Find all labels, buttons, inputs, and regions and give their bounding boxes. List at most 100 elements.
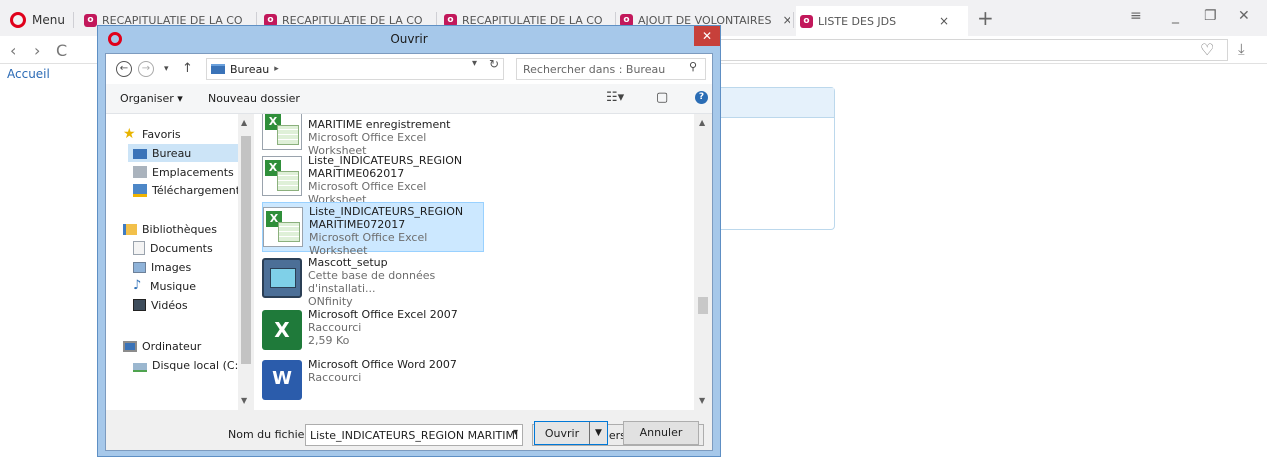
dialog-title: Ouvrir xyxy=(390,32,428,46)
new-tab-icon[interactable]: + xyxy=(977,6,994,30)
open-button[interactable]: Ouvrir ▼ xyxy=(534,421,608,445)
chevron-down-icon[interactable]: ▾ xyxy=(472,58,477,69)
nav-item-label: Musique xyxy=(150,279,196,293)
music-icon: ♪ xyxy=(133,278,142,293)
word-app-icon xyxy=(262,360,302,400)
search-input[interactable]: Rechercher dans : Bureau xyxy=(516,58,706,80)
nav-item-label: Téléchargements xyxy=(152,183,246,197)
tab-close-icon[interactable]: × xyxy=(939,14,949,28)
browser-tab-active[interactable]: o LISTE DES JDS × xyxy=(796,6,968,36)
dialog-close-button[interactable]: ✕ xyxy=(694,26,720,46)
file-item[interactable]: Mascott_setup Cette base de données d'in… xyxy=(262,254,484,308)
browser-menu-label: Menu xyxy=(32,13,65,27)
scroll-down-icon[interactable]: ▼ xyxy=(241,396,247,405)
new-folder-button[interactable]: Nouveau dossier xyxy=(208,92,300,105)
path-location[interactable]: Bureau xyxy=(230,63,269,76)
videos-icon xyxy=(133,299,146,311)
nav-item-videos[interactable]: Vidéos xyxy=(133,296,253,314)
back-icon[interactable]: ‹ xyxy=(10,41,16,60)
nav-item-computer[interactable]: Ordinateur xyxy=(123,337,253,355)
scroll-down-icon[interactable]: ▼ xyxy=(699,396,705,405)
file-item[interactable]: Microsoft Office Excel 2007 Raccourci 2,… xyxy=(262,306,484,356)
recent-locations-icon[interactable]: ▾ xyxy=(164,64,169,74)
nav-item-documents[interactable]: Documents xyxy=(133,239,253,257)
search-icon[interactable]: ⚲ xyxy=(689,60,697,73)
forward-icon[interactable]: › xyxy=(34,41,40,60)
content-panel-header xyxy=(710,88,834,118)
dialog-title-bar[interactable]: Ouvrir ✕ xyxy=(98,26,720,52)
restore-icon[interactable]: ❐ xyxy=(1204,8,1217,24)
scrollbar-thumb[interactable] xyxy=(241,136,251,364)
downloads-icon xyxy=(133,183,147,197)
nav-item-label: Documents xyxy=(150,241,213,255)
help-icon[interactable]: ? xyxy=(695,91,708,104)
preview-pane-icon[interactable]: ▢ xyxy=(656,90,668,105)
excel-worksheet-icon xyxy=(262,156,302,196)
browser-menu-button[interactable]: Menu xyxy=(10,10,65,30)
file-name: Microsoft Office Word 2007 xyxy=(308,358,457,371)
file-list: MARITIME enregistrement Microsoft Office… xyxy=(254,114,694,410)
filename-input[interactable]: Liste_INDICATEURS_REGION MARITIMI xyxy=(305,424,523,446)
tab-close-icon[interactable]: × xyxy=(782,13,790,27)
open-file-dialog: Ouvrir ✕ ← → ▾ ↑ Bureau ▸ ▾ ↻ Rechercher… xyxy=(97,25,721,457)
file-item-selected[interactable]: Liste_INDICATEURS_REGION MARITIME072017 … xyxy=(262,202,484,257)
url-input[interactable] xyxy=(718,39,1228,61)
file-item[interactable]: Microsoft Office Word 2007 Raccourci xyxy=(262,356,484,406)
nav-item-label: Emplacements ré xyxy=(152,165,249,179)
tab-separator xyxy=(73,12,74,28)
opera-page-icon: o xyxy=(84,13,97,27)
desktop-folder-icon xyxy=(211,64,225,74)
forward-arrow-icon[interactable]: → xyxy=(138,61,154,77)
organize-button[interactable]: Organiser ▾ xyxy=(120,92,183,105)
download-icon[interactable]: ⤓ xyxy=(1238,40,1245,58)
reload-icon[interactable]: C xyxy=(56,41,67,60)
nav-item-recent-places[interactable]: Emplacements ré xyxy=(133,163,253,181)
nav-item-local-disk[interactable]: Disque local (C:) xyxy=(133,356,253,374)
file-item[interactable]: Liste_INDICATEURS_REGION MARITIME062017 … xyxy=(262,152,484,206)
view-options-icon[interactable]: ☷▾ xyxy=(606,90,624,105)
dialog-nav-row: ← → ▾ ↑ Bureau ▸ ▾ ↻ Rechercher dans : B… xyxy=(106,54,712,84)
refresh-icon[interactable]: ↻ xyxy=(489,57,499,71)
chevron-right-icon[interactable]: ▸ xyxy=(274,64,279,74)
opera-page-icon: o xyxy=(800,14,813,28)
excel-worksheet-icon xyxy=(263,207,303,247)
scroll-up-icon[interactable]: ▲ xyxy=(241,118,247,127)
scrollbar-thumb[interactable] xyxy=(698,297,708,314)
nav-item-label: Bibliothèques xyxy=(142,222,217,236)
nav-item-music[interactable]: ♪ Musique xyxy=(133,277,253,295)
scroll-up-icon[interactable]: ▲ xyxy=(699,118,705,127)
excel-worksheet-icon xyxy=(262,114,302,150)
cancel-button[interactable]: Annuler xyxy=(623,421,699,445)
nav-item-downloads[interactable]: Téléchargements xyxy=(133,181,253,199)
file-list-scrollbar[interactable]: ▲ ▼ xyxy=(694,114,712,410)
nav-item-label: Bureau xyxy=(152,146,192,160)
images-icon xyxy=(133,261,146,273)
navigation-pane: ★ Favoris Bureau Emplacements ré Télécha… xyxy=(106,114,254,410)
file-type: Raccourci xyxy=(308,371,362,384)
nav-item-images[interactable]: Images xyxy=(133,258,253,276)
navigation-pane-scrollbar[interactable]: ▲ ▼ xyxy=(238,114,254,410)
home-link[interactable]: Accueil xyxy=(7,67,50,81)
file-size: 2,59 Ko xyxy=(308,334,350,347)
minimize-icon[interactable]: _ xyxy=(1172,8,1179,24)
nav-item-favorites[interactable]: ★ Favoris xyxy=(123,125,253,143)
desktop-icon xyxy=(133,149,147,159)
dialog-command-bar: Organiser ▾ Nouveau dossier ☷▾ ▢ ? xyxy=(106,84,712,114)
heart-icon[interactable]: ♡ xyxy=(1200,40,1214,59)
path-bar[interactable]: Bureau ▸ xyxy=(206,58,504,80)
filename-dropdown-icon[interactable]: ▾ xyxy=(513,427,518,438)
tab-separator xyxy=(793,12,794,28)
file-item[interactable]: MARITIME enregistrement Microsoft Office… xyxy=(262,114,484,157)
nav-item-label: Disque local (C:) xyxy=(152,358,243,372)
tab-menu-icon[interactable]: ≡ xyxy=(1130,8,1142,24)
file-name: Liste_INDICATEURS_REGION xyxy=(309,205,464,218)
nav-item-label: Images xyxy=(151,260,192,274)
dialog-footer: Nom du fichier : Liste_INDICATEURS_REGIO… xyxy=(106,410,712,450)
nav-item-libraries[interactable]: Bibliothèques xyxy=(123,220,253,238)
file-description: Cette base de données d'installati... xyxy=(308,269,436,295)
back-arrow-icon[interactable]: ← xyxy=(116,61,132,77)
close-window-icon[interactable]: ✕ xyxy=(1238,8,1250,24)
open-split-dropdown-icon[interactable]: ▼ xyxy=(589,422,607,444)
nav-item-desktop[interactable]: Bureau xyxy=(128,144,238,162)
up-arrow-icon[interactable]: ↑ xyxy=(182,61,193,76)
